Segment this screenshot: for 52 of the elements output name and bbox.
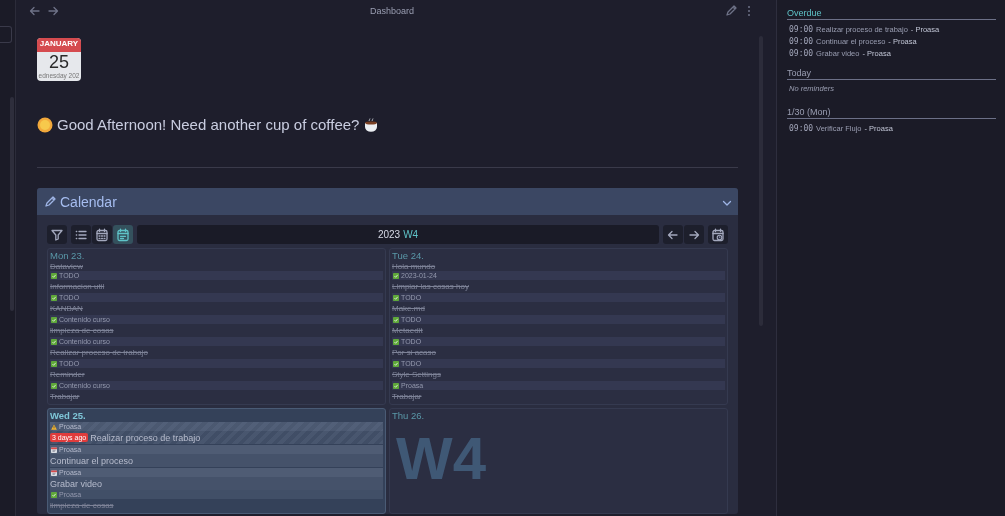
calendar-icon [95,227,109,242]
callout-title: Calendar [60,193,117,210]
day-label[interactable]: Mon 23. [50,250,383,261]
task-title[interactable]: Trabajar [50,392,80,401]
period-title: 2023 W4 [137,225,659,244]
task-title[interactable]: Realizar proceso de trabajo [50,348,148,357]
list-view-button[interactable] [71,225,91,244]
task-title[interactable]: Style Settings [392,370,441,379]
reminder-time: 09:00 [789,25,814,34]
section-heading: Today [787,68,996,80]
calendar-icon [116,227,130,242]
task-title[interactable]: Por si acaso [392,348,437,357]
day-label[interactable]: Thu 26. [392,410,725,421]
forward-icon[interactable] [46,4,60,18]
task-title[interactable]: Make.md [392,304,425,313]
callout-header[interactable]: Calendar [37,188,738,215]
week-view-button[interactable] [113,225,133,244]
reminder-time: 09:00 [789,49,814,58]
reminder-time: 09:00 [789,124,814,133]
note-title: Dashboard [370,6,414,16]
task-title[interactable]: Dataview [50,261,83,271]
back-icon[interactable] [28,4,42,18]
task-title[interactable]: Limpiar las cosas hoy [392,282,469,291]
task-title[interactable]: Metaedit [392,326,423,335]
filter-button[interactable] [47,225,67,244]
section-heading: 1/30 (Mon) [787,107,996,119]
task-title[interactable]: Trabajar [392,392,422,401]
task-title[interactable]: Realizar proceso de trabajo [90,432,201,443]
filter-icon [50,227,64,242]
task-title[interactable]: KANBAN [50,304,83,313]
task-title[interactable]: limpieza de cosas [50,501,114,510]
edit-icon[interactable] [724,4,738,18]
day-label[interactable]: Wed 25. [50,410,383,421]
coffee-cup-icon [363,116,380,133]
sun-icon [37,116,53,133]
calendar-clock-icon [711,227,725,242]
today-button[interactable] [708,225,728,244]
pencil-icon [43,194,57,209]
task-title[interactable]: Reminder [50,370,85,379]
task-title[interactable]: Hola mundo [392,261,436,271]
task-title[interactable]: Informacion util [50,282,105,291]
task-title[interactable]: Continuar el proceso [50,455,134,466]
task-title[interactable]: limpieza de cosas [50,326,114,335]
previous-button[interactable] [663,225,683,244]
greeting-text: Good Afternoon! Need another cup of coffee? [57,116,360,133]
reminder-time: 09:00 [789,37,814,46]
next-button[interactable] [684,225,704,244]
section-heading: Overdue [787,8,996,20]
month-view-button[interactable] [92,225,112,244]
day-label[interactable]: Tue 24. [392,250,725,261]
sidebar-field[interactable] [0,26,12,43]
task-title[interactable]: Grabar video [50,478,103,489]
